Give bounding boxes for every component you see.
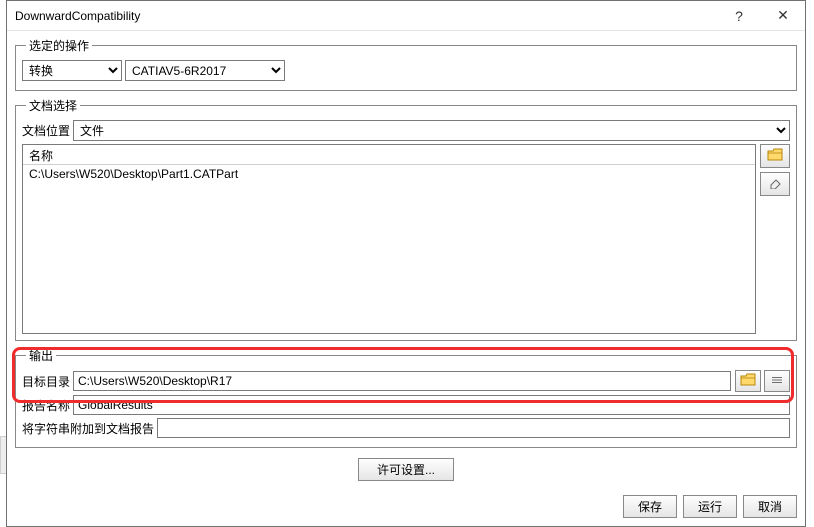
target-dir-browse-button[interactable] <box>735 370 761 392</box>
window-title: DownwardCompatibility <box>15 9 717 23</box>
operation-legend: 选定的操作 <box>26 37 92 54</box>
operation-group: 选定的操作 转换 CATIAV5-6R2017 <box>15 37 797 91</box>
target-dir-input[interactable] <box>73 371 731 391</box>
docselect-group: 文档选择 文档位置 文件 名称 C:\Users\W520\Desktop\Pa… <box>15 97 797 341</box>
target-dir-label: 目标目录 <box>22 373 70 390</box>
append-string-label: 将字符串附加到文档报告 <box>22 420 154 437</box>
docselect-legend: 文档选择 <box>26 97 80 114</box>
report-name-input[interactable] <box>73 395 790 415</box>
list-item[interactable]: C:\Users\W520\Desktop\Part1.CATPart <box>29 167 749 181</box>
folder-icon <box>740 373 756 390</box>
list-column-name[interactable]: 名称 <box>23 145 755 165</box>
run-button[interactable]: 运行 <box>683 495 737 518</box>
operation-convert-select[interactable]: 转换 <box>22 60 122 81</box>
save-button[interactable]: 保存 <box>623 495 677 518</box>
folder-icon <box>767 148 783 165</box>
dialog-footer: 保存 运行 取消 <box>7 491 805 526</box>
report-name-label: 报告名称 <box>22 397 70 414</box>
help-button[interactable]: ? <box>717 1 761 31</box>
output-legend: 输出 <box>26 347 56 364</box>
close-button[interactable]: ✕ <box>761 1 805 31</box>
dialog-window: DownwardCompatibility ? ✕ 选定的操作 转换 CATIA… <box>6 0 806 527</box>
doc-location-label: 文档位置 <box>22 122 70 139</box>
browse-folder-button[interactable] <box>760 144 790 168</box>
document-list[interactable]: 名称 C:\Users\W520\Desktop\Part1.CATPart <box>22 144 756 334</box>
cancel-button[interactable]: 取消 <box>743 495 797 518</box>
append-string-input[interactable] <box>157 418 790 438</box>
target-dir-aux-button[interactable] <box>764 370 790 392</box>
titlebar: DownwardCompatibility ? ✕ <box>7 1 805 31</box>
eraser-icon <box>767 177 783 192</box>
doc-location-select[interactable]: 文件 <box>73 120 790 141</box>
lines-icon <box>770 374 784 388</box>
output-group: 输出 目标目录 报告 <box>15 347 797 448</box>
license-settings-button[interactable]: 许可设置... <box>358 458 454 481</box>
dialog-content: 选定的操作 转换 CATIAV5-6R2017 文档选择 文档位置 文件 <box>7 31 805 491</box>
clear-button[interactable] <box>760 172 790 196</box>
operation-version-select[interactable]: CATIAV5-6R2017 <box>125 60 285 81</box>
